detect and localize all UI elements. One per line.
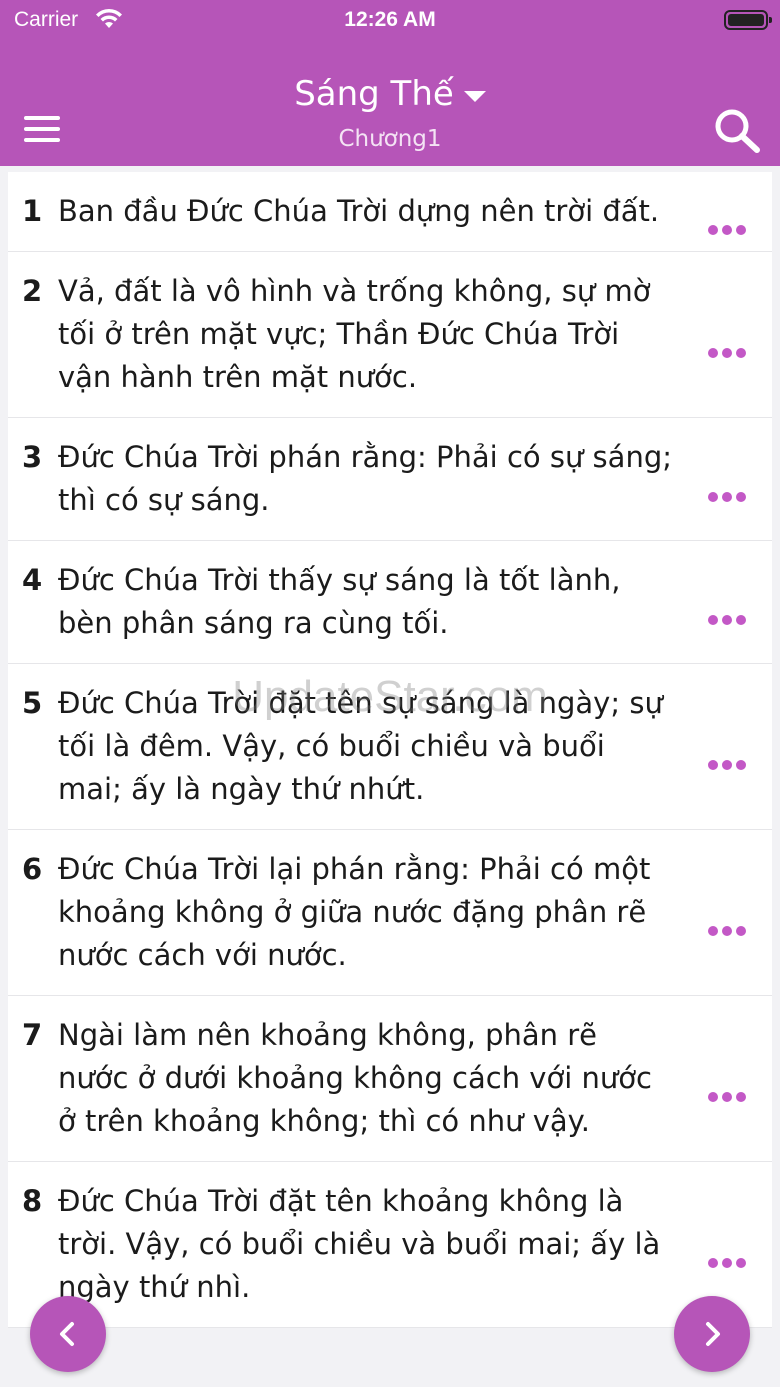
book-selector[interactable]: Sáng Thế bbox=[0, 74, 780, 114]
more-dots-icon[interactable] bbox=[708, 204, 750, 235]
next-chapter-button[interactable] bbox=[674, 1296, 750, 1372]
verse-number: 3 bbox=[22, 440, 43, 474]
verse-list: 1 Ban đầu Đức Chúa Trời dựng nên trời đất… bbox=[8, 172, 772, 1328]
verse-row[interactable]: 5 Đức Chúa Trời đặt tên sự sáng là ngày; … bbox=[8, 664, 772, 830]
verse-row[interactable]: 8 Đức Chúa Trời đặt tên khoảng không là t… bbox=[8, 1162, 772, 1328]
verse-number: 1 bbox=[22, 194, 43, 228]
verse-number: 6 bbox=[22, 852, 43, 886]
verse-number: 2 bbox=[22, 274, 43, 308]
verse-row[interactable]: 2 Vả, đất là vô hình và trống không, sự m… bbox=[8, 252, 772, 418]
verse-row[interactable]: 7 Ngài làm nên khoảng không, phân rẽ nước… bbox=[8, 996, 772, 1162]
verse-number: 4 bbox=[22, 563, 43, 597]
more-dots-icon[interactable] bbox=[708, 594, 750, 625]
more-dots-icon[interactable] bbox=[708, 327, 750, 358]
chevron-right-icon bbox=[706, 1322, 720, 1346]
verse-row[interactable]: 4 Đức Chúa Trời thấy sự sáng là tốt lành,… bbox=[8, 541, 772, 664]
more-dots-icon[interactable] bbox=[708, 471, 750, 502]
chevron-left-icon bbox=[60, 1322, 74, 1346]
verse-text: Vả, đất là vô hình và trống không, sự mờ… bbox=[58, 274, 651, 394]
verse-text: Đức Chúa Trời đặt tên khoảng không là tr… bbox=[58, 1184, 661, 1304]
verse-text: Đức Chúa Trời phán rằng: Phải có sự sáng… bbox=[58, 440, 672, 517]
verse-row[interactable]: 6 Đức Chúa Trời lại phán rằng: Phải có mộ… bbox=[8, 830, 772, 996]
verse-row[interactable]: 1 Ban đầu Đức Chúa Trời dựng nên trời đất… bbox=[8, 172, 772, 252]
clock: 12:26 AM bbox=[344, 8, 436, 31]
more-dots-icon[interactable] bbox=[708, 739, 750, 770]
verse-text: Ngài làm nên khoảng không, phân rẽ nước … bbox=[58, 1018, 652, 1138]
search-icon[interactable] bbox=[712, 106, 762, 154]
verse-text: Đức Chúa Trời thấy sự sáng là tốt lành, … bbox=[58, 563, 621, 640]
verse-number: 5 bbox=[22, 686, 43, 720]
battery-icon bbox=[724, 10, 772, 30]
verse-text: Đức Chúa Trời lại phán rằng: Phải có một… bbox=[58, 852, 651, 972]
more-dots-icon[interactable] bbox=[708, 905, 750, 936]
top-bar: Carrier 12:26 AM Sáng Thế Chương1 bbox=[0, 0, 780, 166]
chapter-label: Chương1 bbox=[338, 126, 442, 152]
more-dots-icon[interactable] bbox=[708, 1237, 750, 1268]
verse-text: Đức Chúa Trời đặt tên sự sáng là ngày; s… bbox=[58, 686, 663, 806]
caret-down-icon[interactable] bbox=[463, 91, 486, 102]
verse-text: Ban đầu Đức Chúa Trời dựng nên trời đất. bbox=[58, 194, 660, 228]
book-title[interactable]: Sáng Thế bbox=[294, 74, 454, 114]
more-dots-icon[interactable] bbox=[708, 1071, 750, 1102]
verse-row[interactable]: 3 Đức Chúa Trời phán rằng: Phải có sự sán… bbox=[8, 418, 772, 541]
verse-number: 7 bbox=[22, 1018, 43, 1052]
previous-chapter-button[interactable] bbox=[30, 1296, 106, 1372]
verse-number: 8 bbox=[22, 1184, 43, 1218]
status-bar: Carrier 12:26 AM bbox=[0, 0, 780, 40]
